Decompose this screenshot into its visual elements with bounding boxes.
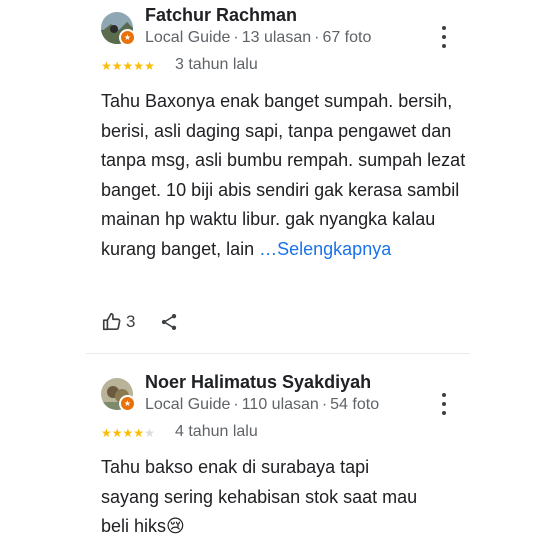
star-icon: ★	[133, 426, 145, 440]
reviewer-review-count: 110 ulasan	[241, 396, 319, 413]
reviewer-name[interactable]: Noer Halimatus Syakdiyah	[145, 372, 371, 393]
separator: ·	[233, 396, 239, 413]
star-icon: ★	[111, 426, 123, 440]
kebab-dot	[442, 393, 446, 397]
kebab-dot	[442, 411, 446, 415]
reviewer-role: Local Guide	[145, 396, 231, 413]
kebab-dot	[442, 402, 446, 406]
reviewer-meta: Local Guide · 110 ulasan · 54 foto	[145, 396, 379, 414]
star-icon: ★	[122, 426, 134, 440]
review-text-content: Tahu bakso enak di surabaya tapi sayang …	[101, 457, 418, 536]
local-guide-star-icon: ★	[119, 395, 136, 412]
reviewer-avatar[interactable]: ★	[101, 378, 136, 412]
reviewer-photo-count: 54 foto	[330, 396, 380, 413]
review-card: ★ Noer Halimatus Syakdiyah Local Guide · 1…	[0, 0, 555, 555]
star-empty-icon: ★	[144, 426, 155, 440]
review-date: 4 tahun lalu	[175, 423, 258, 440]
more-vert-icon[interactable]	[440, 393, 448, 415]
separator: ·	[321, 396, 328, 413]
star-icon: ★	[101, 426, 112, 440]
star-rating: ★★★★★	[101, 426, 155, 440]
review-text: Tahu bakso enak di surabaya tapi sayang …	[101, 453, 431, 542]
